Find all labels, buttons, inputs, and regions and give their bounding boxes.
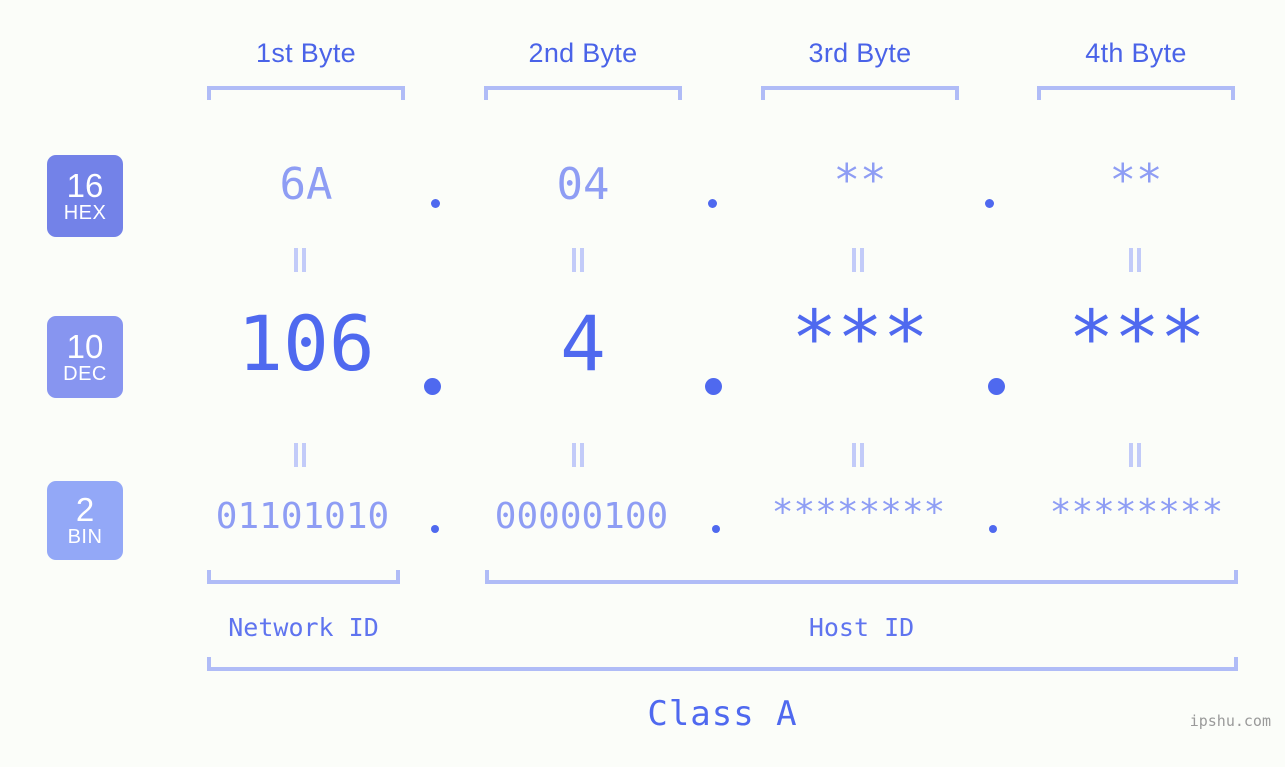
bin-byte-1-value: 01101010 bbox=[215, 496, 390, 537]
bin-byte-4-value: ******** bbox=[1049, 492, 1224, 533]
base-badge-hex-number: 16 bbox=[66, 166, 104, 204]
dec-separator-1 bbox=[424, 378, 441, 395]
watermark: ipshu.com bbox=[1189, 712, 1271, 730]
byte-header-4: 4th Byte bbox=[1085, 38, 1187, 68]
dec-byte-4-value: *** bbox=[1068, 293, 1206, 382]
hex-byte-3-value: ** bbox=[833, 155, 887, 206]
hex-separator-1 bbox=[431, 199, 440, 208]
base-badge-bin-number: 2 bbox=[75, 491, 95, 528]
dec-byte-3-value: *** bbox=[791, 293, 929, 382]
base-badge-hex[interactable]: 16 HEX bbox=[47, 155, 123, 237]
bin-separator-1 bbox=[431, 525, 439, 533]
base-badge-dec-name: DEC bbox=[63, 362, 107, 385]
hex-separator-2 bbox=[708, 199, 717, 208]
class-bracket bbox=[207, 657, 1238, 671]
byte-bracket-3 bbox=[761, 86, 959, 100]
host-id-bracket bbox=[485, 570, 1238, 584]
network-id-bracket bbox=[207, 570, 400, 584]
base-badge-hex-name: HEX bbox=[63, 201, 107, 224]
equals-mark-hex-dec-4 bbox=[1128, 248, 1142, 272]
class-label: Class A bbox=[647, 694, 798, 734]
dec-byte-2-value: 4 bbox=[560, 299, 606, 388]
byte-bracket-1 bbox=[207, 86, 405, 100]
equals-mark-dec-bin-4 bbox=[1128, 443, 1142, 467]
network-id-label: Network ID bbox=[228, 613, 379, 642]
hex-byte-2-value: 04 bbox=[556, 159, 610, 210]
bin-separator-2 bbox=[712, 525, 720, 533]
ip-byte-breakdown-diagram: 1st Byte 2nd Byte 3rd Byte 4th Byte 16 H… bbox=[0, 0, 1285, 767]
byte-bracket-4 bbox=[1037, 86, 1235, 100]
equals-mark-hex-dec-3 bbox=[851, 248, 865, 272]
byte-header-1: 1st Byte bbox=[256, 38, 356, 68]
base-badge-bin[interactable]: 2 BIN bbox=[47, 481, 123, 560]
host-id-label: Host ID bbox=[808, 613, 915, 642]
equals-mark-dec-bin-1 bbox=[293, 443, 307, 467]
equals-mark-hex-dec-2 bbox=[571, 248, 585, 272]
dec-separator-2 bbox=[705, 378, 722, 395]
dec-separator-3 bbox=[988, 378, 1005, 395]
byte-header-3: 3rd Byte bbox=[808, 38, 912, 68]
bin-separator-3 bbox=[989, 525, 997, 533]
dec-byte-1-value: 106 bbox=[237, 299, 375, 388]
hex-byte-1-value: 6A bbox=[279, 159, 333, 210]
equals-mark-hex-dec-1 bbox=[293, 248, 307, 272]
equals-mark-dec-bin-2 bbox=[571, 443, 585, 467]
hex-byte-4-value: ** bbox=[1109, 155, 1163, 206]
equals-mark-dec-bin-3 bbox=[851, 443, 865, 467]
bin-byte-2-value: 00000100 bbox=[494, 496, 669, 537]
bin-byte-3-value: ******** bbox=[771, 492, 946, 533]
hex-separator-3 bbox=[985, 199, 994, 208]
base-badge-dec-number: 10 bbox=[66, 327, 104, 365]
base-badge-bin-name: BIN bbox=[67, 526, 103, 548]
base-badge-dec[interactable]: 10 DEC bbox=[47, 316, 123, 398]
byte-bracket-2 bbox=[484, 86, 682, 100]
byte-header-2: 2nd Byte bbox=[528, 38, 638, 68]
